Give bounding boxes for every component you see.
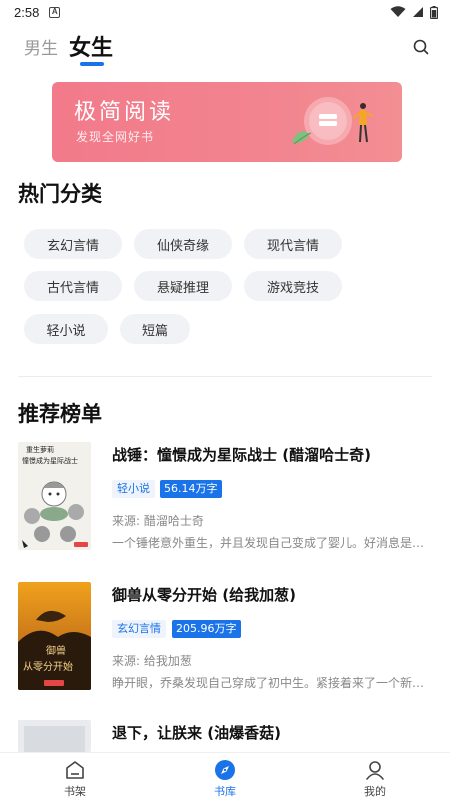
cover-title-line2: 从零分开始 — [23, 660, 73, 673]
cover-title-line1: 重生萝莉 — [26, 445, 54, 454]
book-item[interactable]: 重生萝莉 憧憬成为星际战士 战锤：憧憬成为星际战士 (醋溜哈士奇) 轻小说 56… — [0, 442, 450, 562]
category-chip[interactable]: 现代言情 — [244, 229, 342, 259]
book-wordcount-tag: 56.14万字 — [160, 480, 222, 498]
search-icon[interactable] — [410, 36, 432, 58]
book-title[interactable]: 御兽从零分开始 (给我加葱) — [112, 584, 296, 605]
categories-title: 热门分类 — [18, 182, 102, 206]
cover-title-line1: 御兽 — [46, 644, 66, 657]
profile-icon — [366, 761, 384, 780]
book-source: 来源: 醋溜哈士奇 — [112, 514, 204, 528]
book-cover-art — [18, 720, 91, 752]
banner-title: 极简阅读 — [74, 100, 175, 125]
book-cover-art: 重生萝莉 憧憬成为星际战士 — [18, 442, 91, 550]
compass-icon — [215, 760, 235, 780]
book-description: 一个锤佬意外重生，并且发现自己变成了婴儿。好消息是这里是战锤宇宙 — [112, 536, 432, 550]
banner-illustration — [292, 97, 373, 145]
book-cover-art: 御兽 从零分开始 — [18, 582, 91, 690]
ranking-title: 推荐榜单 — [18, 402, 102, 426]
nav-profile[interactable]: 我的 — [300, 753, 450, 800]
bottom-nav: 书架 书库 我的 — [0, 752, 450, 800]
bookshelf-icon — [66, 761, 84, 779]
book-cover[interactable] — [18, 720, 91, 752]
nav-profile-label: 我的 — [364, 785, 386, 798]
book-cover[interactable]: 御兽 从零分开始 — [18, 582, 91, 690]
book-item[interactable]: 退下，让朕来 (油爆香菇) — [0, 720, 450, 752]
gender-tabs: 男生 女生 — [0, 28, 450, 72]
book-wordcount-tag: 205.96万字 — [172, 620, 241, 638]
category-chip[interactable]: 短篇 — [120, 314, 190, 344]
tab-female[interactable]: 女生 — [69, 30, 113, 62]
banner-subtitle: 发现全网好书 — [76, 130, 155, 144]
status-bar: 2:58 A — [0, 0, 450, 24]
book-source: 来源: 给我加葱 — [112, 654, 192, 668]
nav-bookshelf[interactable]: 书架 — [0, 753, 150, 800]
book-title[interactable]: 退下，让朕来 (油爆香菇) — [112, 722, 281, 743]
cover-title-line2: 憧憬成为星际战士 — [22, 456, 78, 465]
book-category-tag: 玄幻言情 — [112, 620, 166, 638]
status-icons — [390, 5, 438, 19]
section-divider — [18, 376, 432, 377]
book-cover[interactable]: 重生萝莉 憧憬成为星际战士 — [18, 442, 91, 550]
battery-icon — [430, 5, 438, 19]
wifi-icon — [390, 6, 406, 17]
book-item[interactable]: 御兽 从零分开始 御兽从零分开始 (给我加葱) 玄幻言情 205.96万字 来源… — [0, 582, 450, 702]
book-title[interactable]: 战锤：憧憬成为星际战士 (醋溜哈士奇) — [112, 444, 371, 465]
status-time: 2:58 — [14, 4, 40, 20]
signal-icon — [413, 7, 423, 17]
book-category-tag: 轻小说 — [112, 480, 155, 498]
category-chip[interactable]: 游戏竞技 — [244, 271, 342, 301]
book-description: 睁开眼，乔桑发现自己穿成了初中生。紧接着来了一个新消息 — [112, 676, 432, 690]
nav-bookshelf-label: 书架 — [64, 785, 86, 798]
category-chip[interactable]: 古代言情 — [24, 271, 122, 301]
nav-library[interactable]: 书库 — [150, 753, 300, 800]
category-chip[interactable]: 悬疑推理 — [134, 271, 232, 301]
category-chip[interactable]: 玄幻言情 — [24, 229, 122, 259]
tab-active-indicator — [80, 62, 104, 66]
promo-banner[interactable]: 极简阅读 发现全网好书 — [52, 82, 402, 162]
category-chip[interactable]: 轻小说 — [24, 314, 108, 344]
tab-male[interactable]: 男生 — [24, 34, 58, 59]
nav-library-label: 书库 — [214, 785, 236, 798]
notification-icon: A — [49, 6, 61, 18]
category-chip[interactable]: 仙侠奇缘 — [134, 229, 232, 259]
